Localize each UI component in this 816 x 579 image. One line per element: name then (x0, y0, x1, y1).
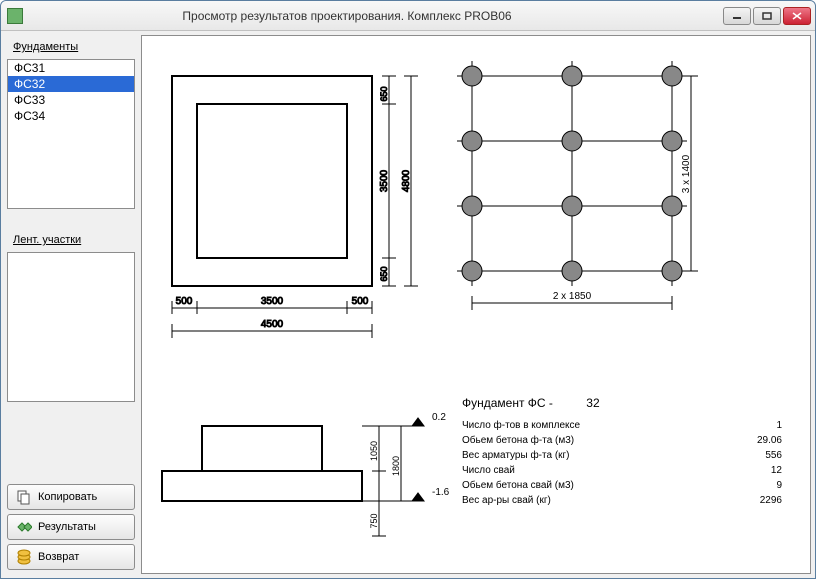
info-row-value: 2296 (722, 495, 782, 506)
svg-text:0.2: 0.2 (432, 412, 446, 423)
copy-button[interactable]: Копировать (7, 484, 135, 510)
info-row-value: 556 (722, 450, 782, 461)
svg-text:3500: 3500 (379, 169, 390, 192)
svg-text:750: 750 (369, 513, 379, 528)
close-button[interactable] (783, 7, 811, 25)
back-icon (16, 549, 32, 565)
copy-button-label: Копировать (38, 491, 97, 503)
info-header-prefix: Фундамент ФС - (462, 396, 553, 410)
minimize-button[interactable] (723, 7, 751, 25)
results-icon (16, 519, 32, 535)
section-drawing: 0.2 -1.6 1050 750 1800 (142, 386, 462, 556)
engineering-drawing: 500 3500 500 4500 650 3500 650 (142, 36, 802, 376)
svg-text:650: 650 (379, 86, 389, 101)
info-row-label: Вес арматуры ф-та (кг) (462, 450, 662, 461)
svg-text:1050: 1050 (369, 441, 379, 461)
svg-text:500: 500 (352, 296, 369, 307)
info-row-value: 9 (722, 480, 782, 491)
back-button[interactable]: Возврат (7, 544, 135, 570)
client-area: Фундаменты ФС31ФС32ФС33ФС34 Лент. участк… (1, 31, 815, 578)
info-row: Вес ар-ры свай (кг) 2296 (462, 495, 782, 506)
strips-label: Лент. участки (7, 232, 135, 248)
list-item[interactable]: ФС33 (8, 92, 134, 108)
info-row: Число свай 12 (462, 465, 782, 476)
window-controls (723, 7, 811, 25)
window-title: Просмотр результатов проектирования. Ком… (31, 9, 663, 23)
maximize-button[interactable] (753, 7, 781, 25)
info-row: Обьем бетона ф-та (м3) 29.06 (462, 435, 782, 446)
results-button[interactable]: Результаты (7, 514, 135, 540)
info-row-label: Число ф-тов в комплексе (462, 420, 662, 431)
svg-text:500: 500 (176, 296, 193, 307)
svg-text:4500: 4500 (261, 319, 284, 330)
list-item[interactable]: ФС34 (8, 108, 134, 124)
info-row-label: Вес ар-ры свай (кг) (462, 495, 662, 506)
foundation-info: Фундамент ФС - 32 Число ф-тов в комплекс… (462, 396, 782, 510)
maximize-icon (762, 12, 772, 20)
info-header: Фундамент ФС - 32 (462, 396, 782, 410)
close-icon (792, 12, 802, 20)
info-row: Число ф-тов в комплексе 1 (462, 420, 782, 431)
copy-icon (16, 489, 32, 505)
sidebar: Фундаменты ФС31ФС32ФС33ФС34 Лент. участк… (5, 35, 137, 574)
svg-text:4800: 4800 (401, 169, 412, 192)
info-row-value: 29.06 (722, 435, 782, 446)
app-window: Просмотр результатов проектирования. Ком… (0, 0, 816, 579)
drawing-canvas: 500 3500 500 4500 650 3500 650 (141, 35, 811, 574)
svg-text:-1.6: -1.6 (432, 487, 450, 498)
results-button-label: Результаты (38, 521, 96, 533)
info-row: Обьем бетона свай (м3) 9 (462, 480, 782, 491)
titlebar: Просмотр результатов проектирования. Ком… (1, 1, 815, 31)
info-row: Вес арматуры ф-та (кг) 556 (462, 450, 782, 461)
list-item[interactable]: ФС32 (8, 76, 134, 92)
app-icon (7, 8, 23, 24)
info-row-label: Обьем бетона свай (м3) (462, 480, 662, 491)
info-row-value: 12 (722, 465, 782, 476)
minimize-icon (732, 12, 742, 20)
svg-text:1800: 1800 (391, 456, 401, 476)
svg-text:2 x 1850: 2 x 1850 (553, 291, 592, 302)
back-button-label: Возврат (38, 551, 79, 563)
info-row-value: 1 (722, 420, 782, 431)
info-header-number: 32 (586, 396, 599, 410)
info-row-label: Число свай (462, 465, 662, 476)
foundations-list[interactable]: ФС31ФС32ФС33ФС34 (7, 59, 135, 209)
strips-list[interactable] (7, 252, 135, 402)
list-item[interactable]: ФС31 (8, 60, 134, 76)
foundations-label: Фундаменты (7, 39, 135, 55)
svg-text:650: 650 (379, 266, 389, 281)
info-row-label: Обьем бетона ф-та (м3) (462, 435, 662, 446)
svg-text:3 x 1400: 3 x 1400 (681, 154, 692, 193)
svg-text:3500: 3500 (261, 296, 284, 307)
